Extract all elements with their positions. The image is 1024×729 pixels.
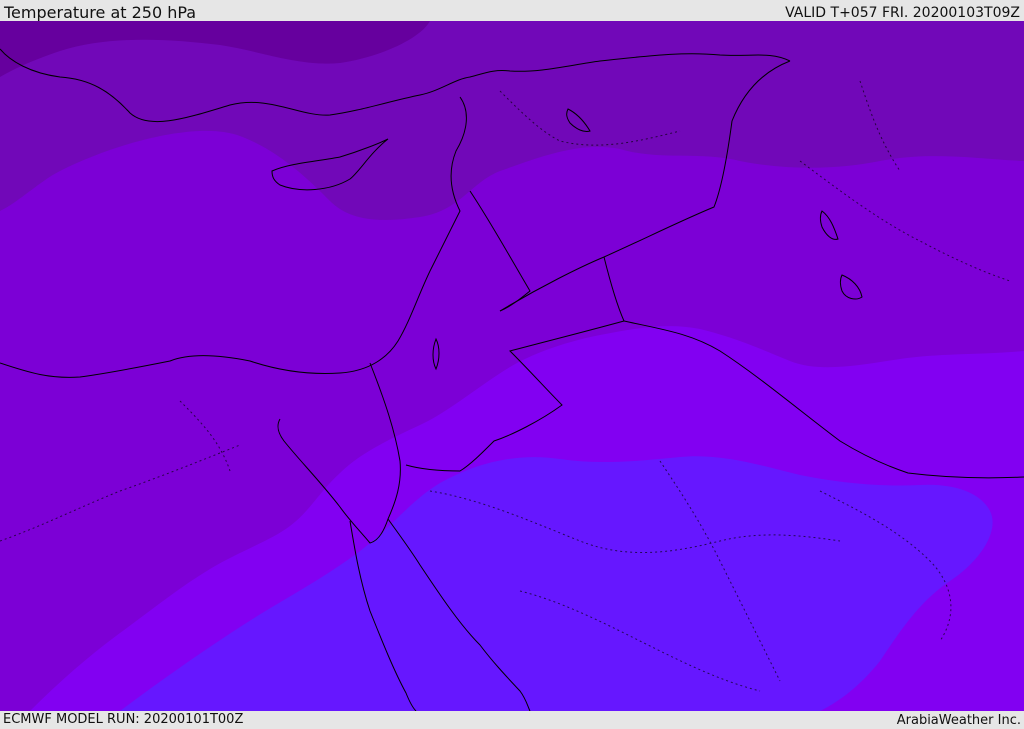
header-bar: Temperature at 250 hPa VALID T+057 FRI. … (0, 0, 1024, 22)
temperature-map (0, 21, 1024, 711)
valid-time: VALID T+057 FRI. 20200103T09Z (785, 5, 1020, 21)
map-title: Temperature at 250 hPa (4, 3, 197, 22)
credit-label: ArabiaWeather Inc. (896, 713, 1021, 728)
model-run-label: ECMWF MODEL RUN: 20200101T00Z (3, 712, 244, 727)
footer-bar: ECMWF MODEL RUN: 20200101T00Z ArabiaWeat… (0, 711, 1024, 729)
